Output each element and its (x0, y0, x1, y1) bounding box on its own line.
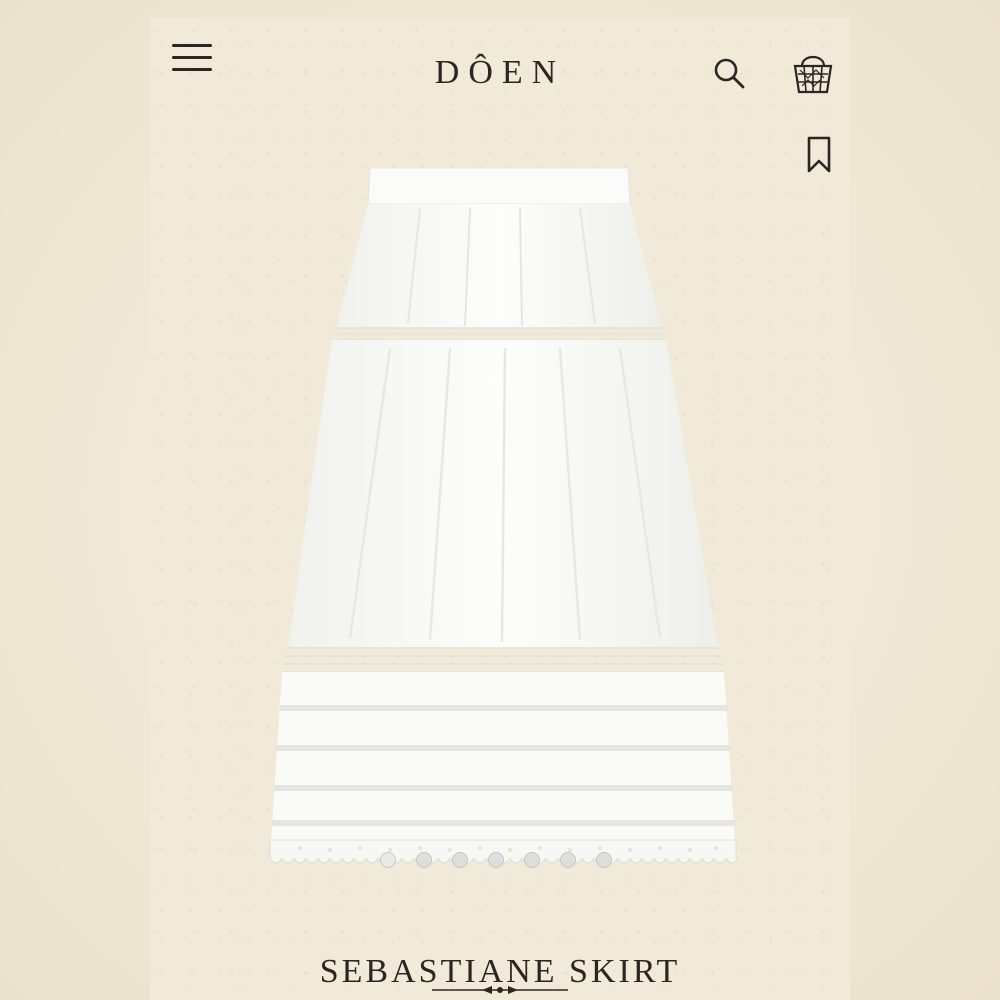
carousel-dot-6[interactable] (560, 852, 576, 868)
carousel-dot-1[interactable] (380, 852, 396, 868)
basket-icon[interactable] (790, 48, 836, 96)
carousel-dot-2[interactable] (416, 852, 432, 868)
carousel-dot-7[interactable] (596, 852, 612, 868)
search-icon[interactable] (712, 56, 748, 92)
product-image[interactable] (240, 168, 760, 878)
carousel-dot-4[interactable] (488, 852, 504, 868)
app-screen: DÔEN SEBASTIANE SKIRT (150, 18, 850, 1000)
carousel-dot-5[interactable] (524, 852, 540, 868)
carousel-dot-3[interactable] (452, 852, 468, 868)
carousel-dots (380, 852, 612, 868)
bookmark-icon[interactable] (806, 136, 832, 174)
divider-ornament (432, 986, 568, 994)
